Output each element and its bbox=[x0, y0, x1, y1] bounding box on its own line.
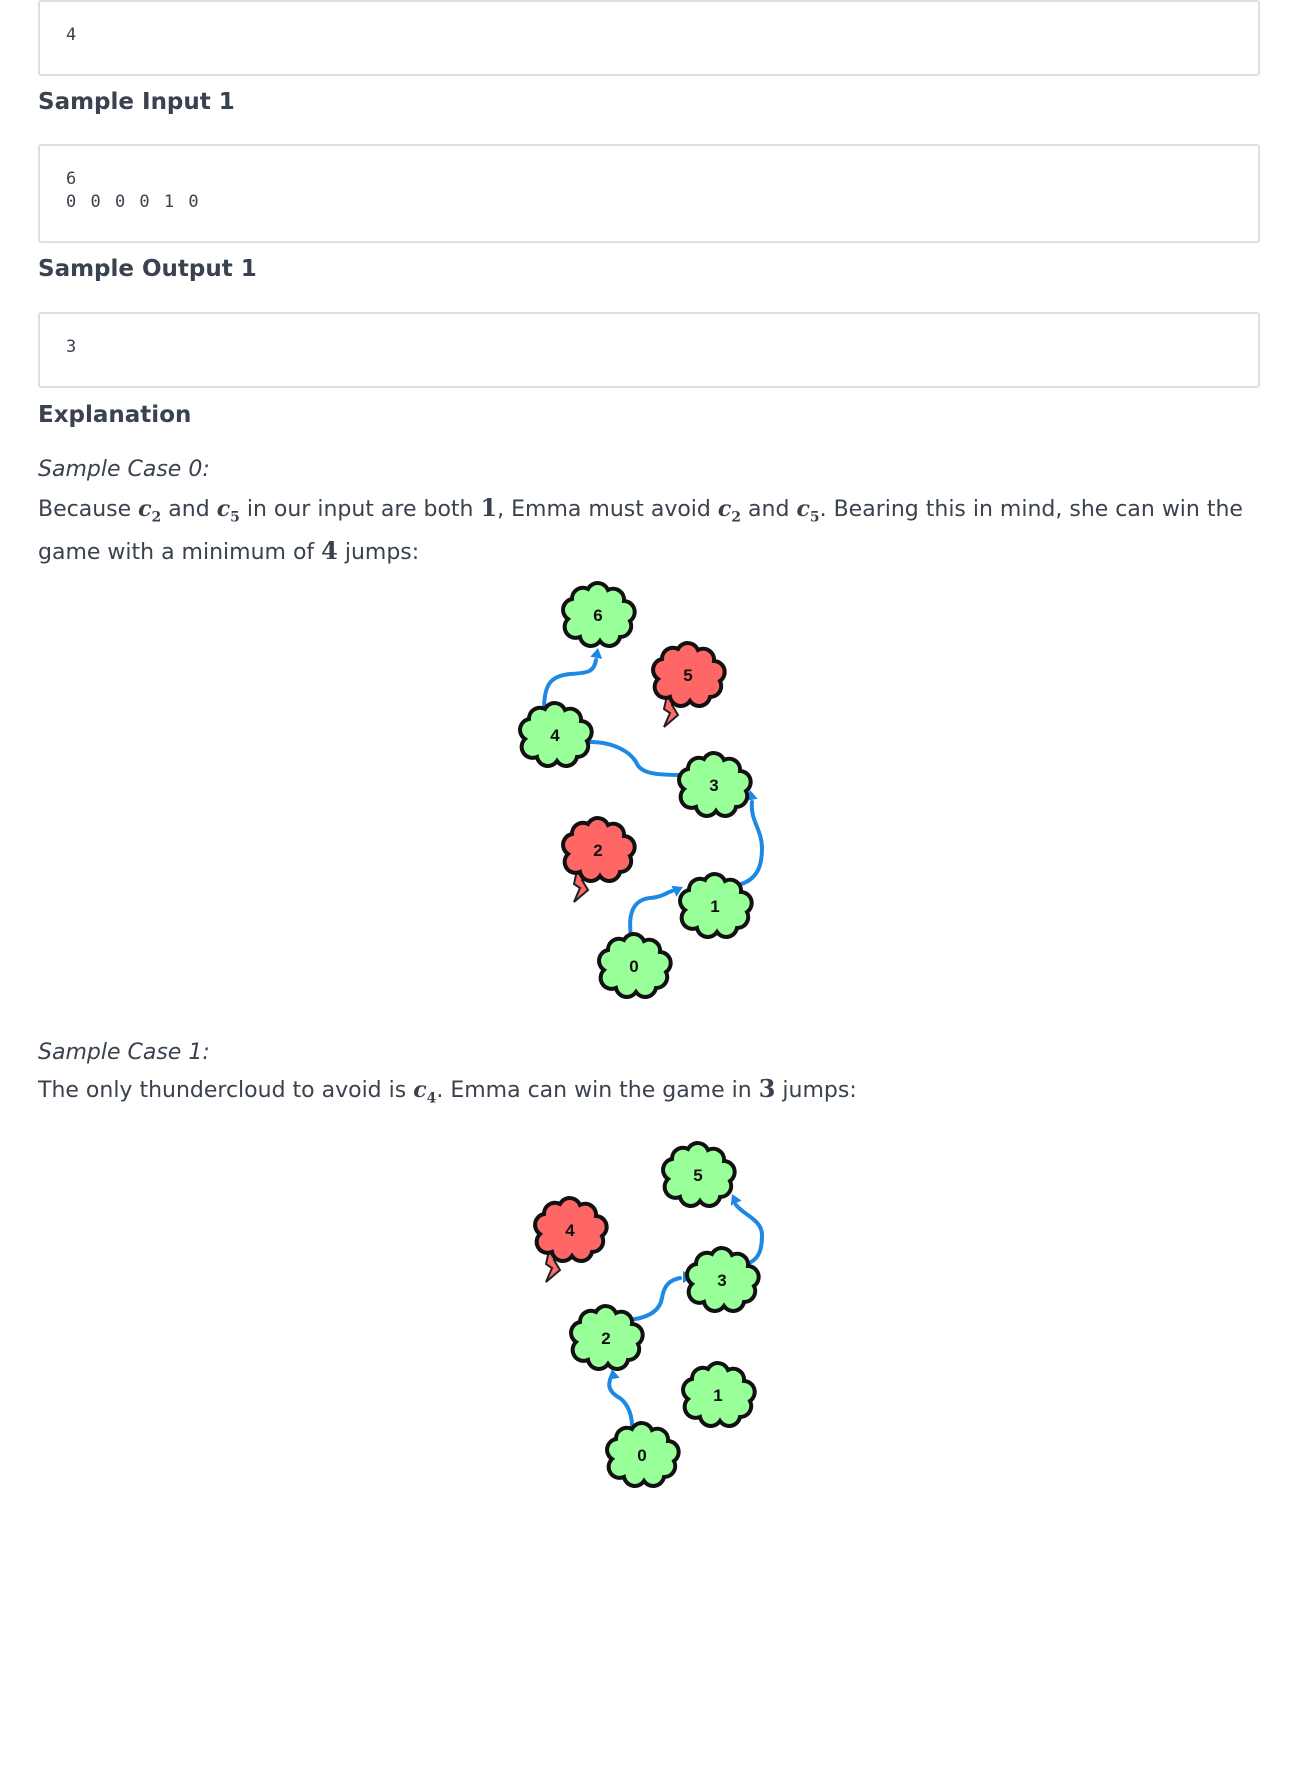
math-subscript: 2 bbox=[151, 509, 162, 526]
text-segment: jumps: bbox=[775, 1078, 857, 1103]
cumulus-cloud-0: 0 bbox=[597, 932, 673, 999]
sample-output-1-heading: Sample Output 1 bbox=[38, 256, 257, 282]
math-letter: c bbox=[138, 496, 152, 522]
sample-case-0-title: Sample Case 0: bbox=[38, 457, 210, 482]
math-number: 3 bbox=[758, 1074, 776, 1103]
math-subscript: 5 bbox=[809, 509, 820, 526]
jump-arrowhead bbox=[590, 648, 603, 659]
math-letter: c bbox=[216, 496, 231, 522]
sample-input-1-line: 6 bbox=[66, 169, 79, 189]
jump-path bbox=[588, 740, 682, 777]
thundercloud-5: 5 bbox=[651, 641, 727, 728]
math-var: c2 bbox=[717, 496, 742, 526]
math-subscript: 4 bbox=[426, 1090, 437, 1107]
math-letter: c bbox=[796, 496, 810, 522]
sample-input-1-box: 6 0 0 0 0 1 0 bbox=[38, 144, 1260, 243]
jump-path bbox=[736, 800, 765, 887]
jump-path bbox=[626, 1276, 682, 1322]
cumulus-cloud-5: 5 bbox=[661, 1141, 737, 1208]
cloud-label: 1 bbox=[713, 1386, 722, 1405]
thundercloud-2: 2 bbox=[561, 816, 637, 903]
text-segment: , Emma must avoid bbox=[497, 497, 718, 522]
jump-path bbox=[607, 1378, 634, 1428]
sample-case-1-text: The only thundercloud to avoid is c4. Em… bbox=[38, 1072, 1268, 1115]
sample-case-0-text: Because c2 and c5 in our input are both … bbox=[38, 491, 1268, 570]
cumulus-cloud-3: 3 bbox=[685, 1246, 761, 1313]
math-subscript: 2 bbox=[731, 509, 742, 526]
math-var: c2 bbox=[138, 496, 162, 526]
cloud-label: 4 bbox=[550, 726, 560, 745]
explanation-heading: Explanation bbox=[38, 402, 192, 428]
cloud-label: 5 bbox=[683, 666, 692, 685]
text-segment: and bbox=[741, 497, 797, 522]
sample-input-1-line: 0 0 0 0 1 0 bbox=[66, 192, 201, 212]
sample-output-0-line: 4 bbox=[66, 25, 79, 45]
math-number: 4 bbox=[321, 536, 338, 566]
jump-path bbox=[628, 889, 674, 939]
cloud-label: 5 bbox=[693, 1166, 702, 1185]
cumulus-cloud-0: 0 bbox=[605, 1421, 681, 1488]
cloud-label: 0 bbox=[629, 957, 638, 976]
thundercloud-4: 4 bbox=[533, 1196, 609, 1283]
text-segment: Because bbox=[38, 497, 139, 522]
cumulus-cloud-1: 1 bbox=[681, 1361, 757, 1428]
text-segment: . Emma can win the game in bbox=[436, 1078, 759, 1103]
sample-case-1-diagram: 0 1 2 3 4 5 bbox=[533, 1141, 765, 1488]
math-var: c5 bbox=[216, 496, 240, 526]
sample-output-1-line: 3 bbox=[66, 337, 79, 357]
cumulus-cloud-2: 2 bbox=[569, 1304, 645, 1371]
math-var: c4 bbox=[413, 1077, 437, 1107]
sample-output-0-box: 4 bbox=[38, 0, 1260, 76]
cloud-label: 1 bbox=[710, 897, 719, 916]
cloud-label: 3 bbox=[717, 1271, 726, 1290]
math-var: c5 bbox=[796, 496, 820, 526]
sample-input-1-heading: Sample Input 1 bbox=[38, 89, 235, 115]
math-subscript: 5 bbox=[230, 509, 240, 526]
cloud-label: 6 bbox=[593, 606, 602, 625]
cloud-label: 2 bbox=[593, 841, 602, 860]
cumulus-cloud-3: 3 bbox=[677, 751, 753, 818]
text-segment: The only thundercloud to avoid is bbox=[38, 1078, 414, 1103]
text-segment: and bbox=[161, 497, 217, 522]
cumulus-cloud-1: 1 bbox=[678, 872, 754, 939]
cloud-label: 3 bbox=[709, 776, 718, 795]
cloud-label: 4 bbox=[565, 1221, 575, 1240]
text-segment: in our input are both bbox=[239, 497, 481, 522]
sample-case-0-diagram: 0 1 2 3 4 5 6 bbox=[518, 581, 765, 999]
sample-case-1-title: Sample Case 1: bbox=[38, 1040, 210, 1065]
math-number: 1 bbox=[480, 493, 498, 522]
sample-output-1-box: 3 bbox=[38, 312, 1260, 388]
cumulus-cloud-4: 4 bbox=[518, 701, 594, 768]
text-segment: jumps: bbox=[337, 540, 420, 566]
math-letter: c bbox=[717, 496, 732, 522]
cloud-label: 2 bbox=[601, 1329, 610, 1348]
cloud-label: 0 bbox=[637, 1446, 646, 1465]
math-letter: c bbox=[413, 1077, 427, 1103]
cumulus-cloud-6: 6 bbox=[561, 581, 637, 648]
